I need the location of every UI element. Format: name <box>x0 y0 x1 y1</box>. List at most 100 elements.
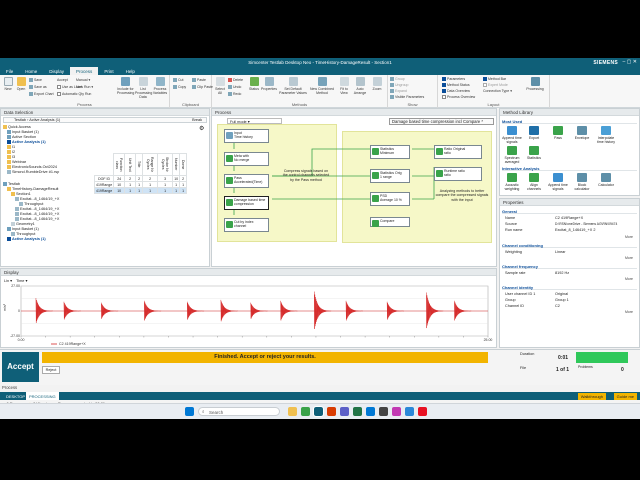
new-run-select[interactable]: New Run ▾ <box>76 85 93 89</box>
more-identity-link[interactable]: More <box>625 310 633 314</box>
data-overview-toggle[interactable]: Data Overview <box>442 89 470 94</box>
method-node-ratio-original[interactable]: Ratio Original ratio <box>434 145 482 159</box>
method-append-time[interactable]: Append time signals <box>502 126 522 144</box>
method-block-calculator[interactable]: Block calculator <box>572 173 592 191</box>
expand-button[interactable]: Expand <box>390 89 407 94</box>
select-all-button[interactable]: Select All <box>214 77 226 95</box>
outlook-icon[interactable] <box>366 407 375 416</box>
save-button[interactable]: Save <box>29 78 42 83</box>
tab-desktop[interactable]: DESKTOP <box>3 394 28 399</box>
tree-item[interactable]: Simcnd.RumbleDrive #1.rsp <box>3 170 87 175</box>
section-identity[interactable]: Channel identity <box>502 285 637 290</box>
processing-button[interactable]: Processing <box>524 77 546 91</box>
visible-parameters-button[interactable]: Visible Parameters <box>390 95 424 100</box>
section-frequency[interactable]: Channel frequency <box>502 264 637 269</box>
office-icon[interactable] <box>327 407 336 416</box>
automatic-qty-run[interactable]: Automatic Qty Run <box>57 92 91 97</box>
accept-mode[interactable]: Accept <box>57 78 68 82</box>
menu-file[interactable]: File <box>0 67 19 75</box>
list-processing-button[interactable]: List Processing Data <box>135 77 152 99</box>
app-icon[interactable] <box>379 407 388 416</box>
table-row[interactable]: 419Range 10 1 1 1 1 1 1 <box>93 187 188 194</box>
reject-button[interactable]: Reject <box>42 366 60 374</box>
time-history-chart[interactable]: 27.000-27.000.00 25.00C2 419Range+X <box>1 284 497 347</box>
include-processing-button[interactable]: Include for Processing <box>117 77 134 95</box>
method-node-runtime-ratio[interactable]: Runtime ratio ratio <box>434 167 482 181</box>
method-envelope[interactable]: Envelope <box>572 126 592 140</box>
set-default-button[interactable]: Set Default Parameter Values <box>279 77 307 95</box>
app-icon[interactable] <box>392 407 401 416</box>
tab-processing[interactable]: PROCESSING <box>26 392 59 400</box>
process-overview-toggle[interactable]: Process Overview <box>442 95 475 100</box>
save-as-button[interactable]: Save as <box>29 85 47 90</box>
auto-arrange-button[interactable]: Auto Arrange <box>352 77 368 95</box>
guide-me-button[interactable]: Guide me <box>613 392 637 400</box>
method-align[interactable]: Align channels <box>524 173 544 191</box>
col-header[interactable]: Function class <box>113 153 126 176</box>
scale-select[interactable]: Lin <box>4 279 9 283</box>
method-node-statistics[interactable]: Statistics Minimum <box>370 145 410 159</box>
col-header[interactable]: Range Nr Cycles <box>142 153 159 176</box>
menu-print[interactable]: Print <box>98 67 119 75</box>
export-chart-button[interactable]: Export Chart <box>29 92 54 97</box>
windows-start-icon[interactable] <box>185 407 194 416</box>
col-header[interactable]: Title <box>135 153 144 176</box>
new-combined-method-button[interactable]: New Combined Method <box>309 77 335 95</box>
col-header[interactable]: Unit Text <box>124 153 137 176</box>
break-button[interactable]: Break <box>192 118 202 122</box>
menu-help[interactable]: Help <box>120 67 141 75</box>
method-interpolate[interactable]: Interpolate time history <box>596 126 616 144</box>
method-node-damage[interactable]: Damage based time compression <box>224 196 269 210</box>
more-conditioning-link[interactable]: More <box>625 256 633 260</box>
cut-button[interactable]: Cut <box>173 78 183 83</box>
accept-button[interactable]: Accept <box>2 352 39 382</box>
section-conditioning[interactable]: Channel conditioning <box>502 243 637 248</box>
method-acoustic[interactable]: Acoustic weighting <box>502 173 522 191</box>
section-interactive[interactable]: Interactive Analysis <box>502 166 637 171</box>
process-variables-button[interactable]: Process Variables <box>152 77 168 95</box>
method-pass[interactable]: Pass <box>548 126 568 140</box>
status-button[interactable]: Status <box>248 77 260 91</box>
method-node-input[interactable]: Input Time history <box>224 129 269 143</box>
menu-home[interactable]: Home <box>19 67 43 75</box>
menu-process[interactable]: Process <box>70 67 99 75</box>
undo-button[interactable]: Undo <box>228 85 241 90</box>
copy-button[interactable]: Copy <box>173 85 186 90</box>
method-node-pass[interactable]: Pass Accelerated(Time) <box>224 174 269 188</box>
method-statistics[interactable]: Statistics <box>524 146 544 160</box>
new-button[interactable]: New <box>2 77 14 91</box>
browser-icon[interactable] <box>301 407 310 416</box>
method-append-time-2[interactable]: Append time signals <box>548 173 568 191</box>
paste-button[interactable]: Paste <box>192 78 206 83</box>
col-header[interactable]: Stroke Nr Cycles <box>157 153 174 176</box>
method-node-compare[interactable]: Compare <box>370 217 410 227</box>
method-node-psd[interactable]: PSD Average 10 % <box>370 192 410 206</box>
method-status-toggle[interactable]: Method Status <box>442 83 470 88</box>
zoom-button[interactable]: Zoom <box>370 77 384 91</box>
redo-button[interactable]: Redo <box>228 92 241 97</box>
walkthrough-button[interactable]: Walkthrough <box>577 392 606 400</box>
method-calculator[interactable]: Calculator <box>596 173 616 187</box>
testlab-taskbar-icon[interactable] <box>313 406 324 417</box>
method-spectrum[interactable]: Spectrum averaged <box>502 146 522 164</box>
domain-select[interactable]: Time <box>16 279 24 283</box>
connection-type-select[interactable]: Connection Type ▾ <box>483 89 512 93</box>
file-explorer-icon[interactable] <box>288 407 297 416</box>
app-icon[interactable] <box>418 407 427 416</box>
manual-select[interactable]: Manual ▾ <box>76 78 90 82</box>
fit-to-view-button[interactable]: Fit to View <box>337 77 351 95</box>
parameters-toggle[interactable]: Parameters <box>442 77 465 82</box>
method-node-cut[interactable]: Cut by index channel <box>224 218 269 232</box>
method-node-statistics-orig[interactable]: Statistics Orig 1 range <box>370 169 410 183</box>
properties-button[interactable]: Properties <box>261 77 277 91</box>
app-icon[interactable] <box>405 407 414 416</box>
menu-display[interactable]: Display <box>43 67 70 75</box>
breadcrumb[interactable]: Testlab › Active Analysis (1) Break <box>3 117 207 123</box>
ungroup-button[interactable]: Ungroup <box>390 83 408 88</box>
method-export[interactable]: Export <box>524 126 544 140</box>
tree-item[interactable]: Active Analysis (1) <box>3 237 87 242</box>
window-controls[interactable]: – ▢ ✕ <box>623 59 637 65</box>
gear-icon[interactable]: ⚙ <box>199 125 204 132</box>
open-button[interactable]: Open <box>15 77 27 91</box>
expert-mode-toggle[interactable]: Expert Mode <box>483 83 508 88</box>
